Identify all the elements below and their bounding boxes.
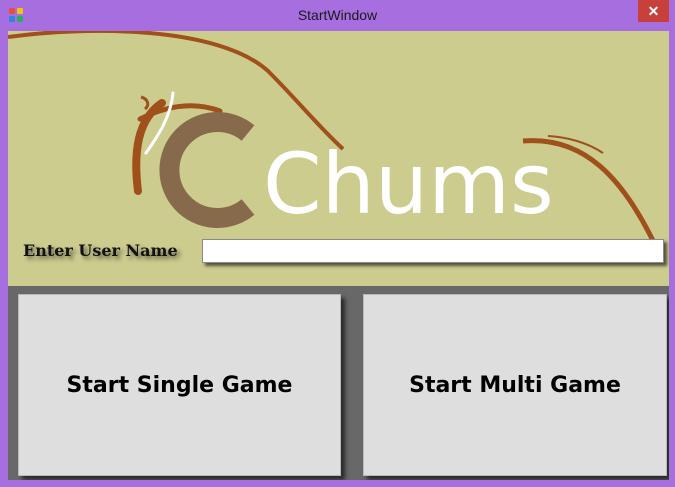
username-label: Enter User Name — [23, 241, 178, 260]
logo-text: Chums — [263, 135, 554, 233]
title-bar: StartWindow ✕ — [0, 0, 675, 31]
close-button[interactable]: ✕ — [638, 0, 669, 22]
start-multi-game-button[interactable]: Start Multi Game — [363, 294, 667, 476]
close-icon: ✕ — [647, 3, 660, 19]
username-input[interactable] — [202, 239, 664, 263]
start-single-game-button[interactable]: Start Single Game — [18, 294, 341, 476]
window-title: StartWindow — [297, 7, 378, 23]
game-buttons-panel: Start Single Game Start Multi Game — [8, 286, 669, 480]
window-content: Chums Enter User Name Start Single Game … — [8, 31, 669, 480]
